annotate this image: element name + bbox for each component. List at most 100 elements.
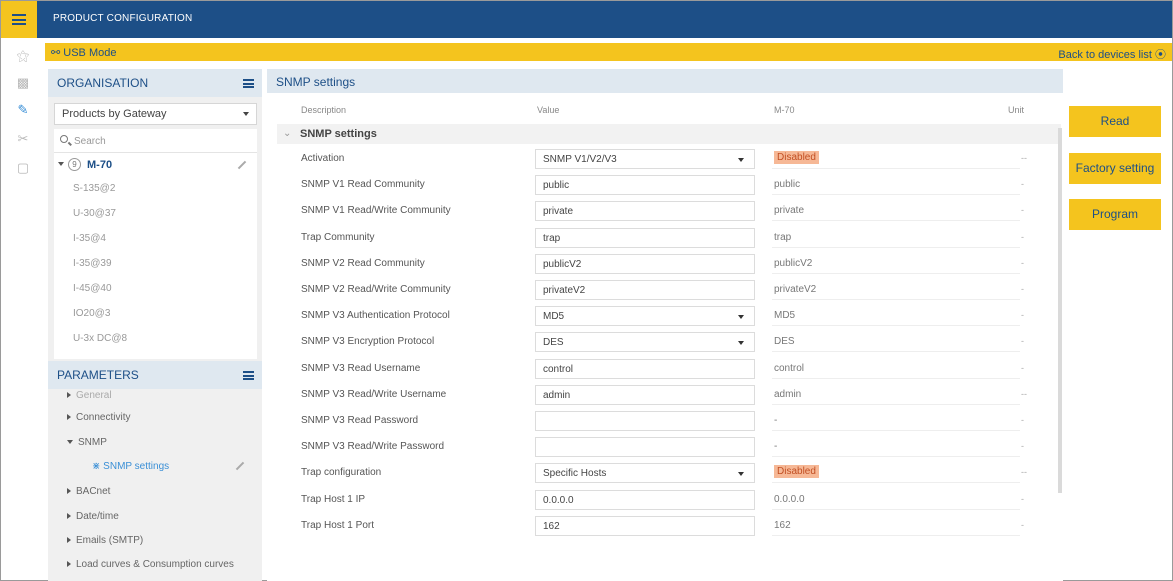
setting-unit: -: [1021, 257, 1024, 268]
current-value-text: trap: [774, 231, 792, 243]
setting-value-select[interactable]: Specific Hosts: [535, 463, 755, 484]
param-item-load-curves[interactable]: Load curves & Consumption curves: [67, 559, 234, 570]
setting-value-input[interactable]: 162: [535, 515, 755, 536]
current-value-text: private: [774, 205, 805, 217]
tree-device-item[interactable]: I-35@4: [73, 233, 106, 249]
setting-unit: -: [1021, 231, 1024, 242]
setting-value-input[interactable]: public: [535, 175, 755, 196]
setting-value-input[interactable]: [535, 437, 755, 458]
setting-row: Trap Community trap trap -: [277, 225, 1057, 251]
setting-row: SNMP V3 Read/Write Password - -: [277, 434, 1057, 460]
scissors-icon[interactable]: ✂: [15, 131, 31, 147]
setting-row: SNMP V2 Read/Write Community privateV2 pri…: [277, 277, 1057, 303]
chevron-down-icon: [738, 341, 744, 346]
devices-icon[interactable]: ▩: [15, 75, 31, 91]
setting-description: SNMP V1 Read/Write Community: [301, 205, 451, 217]
setting-current-value: public: [772, 175, 1020, 196]
tree-device-item[interactable]: U-3x DC@8: [73, 333, 127, 349]
setting-current-value: Disabled: [772, 149, 1020, 169]
status-badge: Disabled: [774, 465, 819, 479]
setting-current-value: DES: [772, 332, 1020, 353]
param-item-connectivity[interactable]: Connectivity: [67, 412, 130, 423]
setting-current-value: 162: [772, 516, 1020, 536]
param-item-snmp-settings[interactable]: ⋇ SNMP settings: [92, 461, 169, 472]
setting-value-text: publicV2: [543, 258, 582, 270]
current-value-text: admin: [774, 388, 802, 400]
root-device-name: M-70: [87, 159, 113, 171]
wrench-icon[interactable]: ✎: [15, 102, 31, 118]
section-header-snmp[interactable]: ⌄ SNMP settings: [277, 124, 1061, 144]
setting-value-text: Specific Hosts: [543, 468, 607, 480]
tree-search-input[interactable]: Search: [54, 131, 257, 153]
organisation-title: ORGANISATION: [57, 76, 149, 90]
search-icon: [60, 135, 68, 143]
organisation-header: ORGANISATION: [48, 69, 262, 97]
parameters-menu-icon[interactable]: [243, 371, 254, 380]
tree-device-item[interactable]: S-135@2: [73, 183, 115, 199]
setting-value-text: DES: [543, 337, 564, 349]
setting-value-select[interactable]: SNMP V1/V2/V3: [535, 149, 755, 169]
param-item-snmp[interactable]: SNMP: [67, 437, 107, 448]
clipboard-icon[interactable]: ▢: [15, 160, 31, 176]
settings-panel: SNMP settings Description Value M-70 Uni…: [267, 69, 1063, 581]
setting-value-input[interactable]: [535, 411, 755, 431]
factory-setting-button[interactable]: Factory setting: [1069, 153, 1161, 184]
setting-current-value: admin: [772, 385, 1020, 405]
setting-value-input[interactable]: admin: [535, 384, 755, 405]
edit-icon[interactable]: [235, 461, 245, 471]
main-menu-button[interactable]: [1, 1, 37, 38]
read-button[interactable]: Read: [1069, 106, 1161, 137]
setting-description: SNMP V3 Read Password: [301, 415, 419, 426]
collapse-icon[interactable]: ⌄: [283, 128, 291, 139]
setting-row: SNMP V1 Read Community public public -: [277, 172, 1057, 198]
setting-unit: -: [1021, 336, 1024, 347]
param-item-bacnet[interactable]: BACnet: [67, 486, 110, 497]
setting-current-value: private: [772, 201, 1020, 222]
setting-row: SNMP V2 Read Community publicV2 publicV2 -: [277, 251, 1057, 277]
program-button[interactable]: Program: [1069, 199, 1161, 230]
setting-current-value: -: [772, 437, 1020, 458]
setting-value-input[interactable]: trap: [535, 227, 755, 248]
param-item-datetime[interactable]: Date/time: [67, 511, 119, 522]
setting-value-select[interactable]: DES: [535, 332, 755, 353]
setting-description: Trap Host 1 Port: [301, 519, 374, 531]
param-item-general[interactable]: General: [67, 390, 112, 401]
setting-current-value: -: [772, 411, 1020, 431]
caret-right-icon: [67, 513, 71, 520]
setting-unit: -: [1021, 519, 1024, 530]
caret-right-icon: [67, 488, 71, 495]
setting-value-input[interactable]: publicV2: [535, 253, 755, 274]
setting-value-input[interactable]: control: [535, 358, 755, 379]
setting-description: Trap configuration: [301, 467, 382, 479]
expand-toggle-icon[interactable]: [58, 162, 64, 166]
setting-current-value: publicV2: [772, 254, 1020, 274]
setting-value-input[interactable]: private: [535, 201, 755, 222]
setting-row: SNMP V3 Encryption Protocol DES DES -: [277, 329, 1057, 355]
setting-unit: -: [1021, 179, 1024, 190]
setting-value-input[interactable]: privateV2: [535, 280, 755, 300]
tree-root-device[interactable]: 9 M-70: [54, 155, 257, 175]
tree-device-item[interactable]: I-45@40: [73, 283, 112, 299]
edit-icon[interactable]: [237, 160, 247, 170]
setting-value-text: privateV2: [543, 285, 586, 296]
setting-value-select[interactable]: MD5: [535, 306, 755, 327]
usb-mode-label: ⚯ USB Mode: [51, 47, 117, 59]
setting-current-value: MD5: [772, 306, 1020, 327]
setting-description: SNMP V1 Read Community: [301, 179, 425, 191]
back-to-devices-link[interactable]: Back to devices list ⦿: [1058, 46, 1166, 62]
scrollbar[interactable]: [1058, 128, 1062, 493]
organisation-view-select[interactable]: Products by Gateway: [54, 103, 257, 125]
tree-device-item[interactable]: IO20@3: [73, 308, 110, 324]
network-icon[interactable]: ⚝: [15, 48, 31, 64]
setting-value-text: public: [543, 180, 570, 192]
setting-description: SNMP V2 Read/Write Community: [301, 284, 451, 295]
tree-device-item[interactable]: U-30@37: [73, 208, 116, 224]
tree-device-item[interactable]: I-35@39: [73, 258, 112, 274]
setting-unit: -: [1021, 441, 1024, 452]
param-item-emails[interactable]: Emails (SMTP): [67, 535, 143, 546]
caret-down-icon: [67, 440, 73, 445]
setting-value-input[interactable]: 0.0.0.0: [535, 489, 755, 510]
organisation-menu-icon[interactable]: [243, 79, 254, 88]
setting-value-text: 0.0.0.0: [543, 494, 574, 506]
current-value-text: privateV2: [774, 284, 817, 295]
